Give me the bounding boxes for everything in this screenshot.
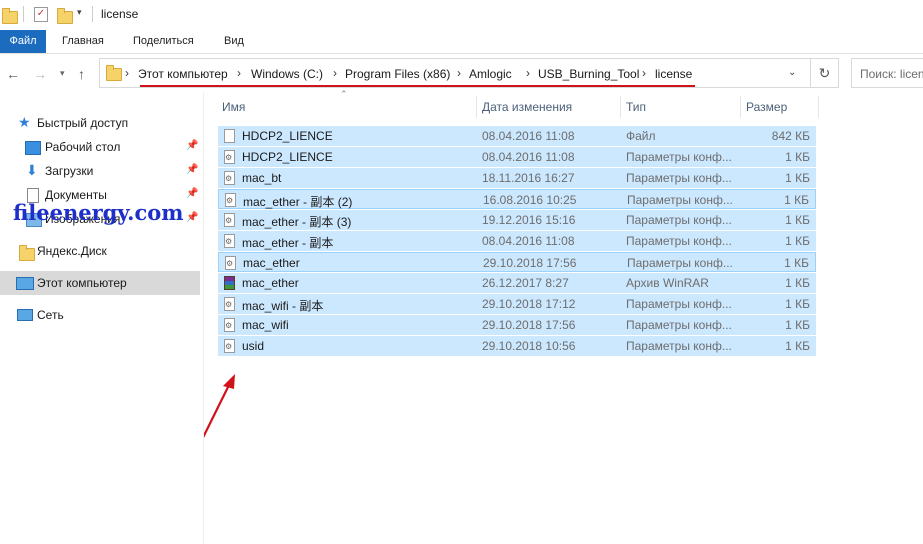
column-header-type[interactable]: Тип (626, 100, 646, 114)
file-row[interactable]: mac_wifi 29.10.2018 17:56 Параметры конф… (218, 315, 816, 335)
config-file-icon (225, 193, 236, 207)
config-file-icon (224, 339, 235, 353)
star-icon: ★ (18, 114, 31, 130)
pin-icon[interactable]: 📌 (186, 140, 198, 151)
column-divider[interactable] (476, 96, 477, 118)
file-row[interactable]: mac_ether - 副本 08.04.2016 11:08 Параметр… (218, 231, 816, 251)
column-divider[interactable] (818, 96, 819, 118)
sidebar-item-quick-access[interactable]: ★ Быстрый доступ (0, 111, 200, 135)
file-type: Параметры конф... (626, 339, 732, 353)
config-file-icon (224, 150, 235, 164)
file-name: mac_ether - 副本 (2) (243, 195, 353, 209)
config-file-icon (224, 213, 235, 227)
file-row[interactable]: mac_ether 26.12.2017 8:27 Архив WinRAR 1… (218, 273, 816, 293)
file-date: 29.10.2018 17:12 (482, 297, 576, 311)
file-name: HDCP2_LIENCE (242, 150, 333, 164)
file-size: 1 КБ (784, 193, 809, 207)
file-row[interactable]: mac_ether 29.10.2018 17:56 Параметры кон… (218, 252, 816, 272)
file-name: mac_wifi (242, 318, 289, 332)
file-size: 842 КБ (771, 129, 810, 143)
file-size: 1 КБ (785, 339, 810, 353)
column-header-size[interactable]: Размер (746, 100, 787, 114)
file-type: Параметры конф... (626, 318, 732, 332)
folder-icon (19, 245, 35, 261)
config-file-icon (224, 318, 235, 332)
file-type: Параметры конф... (627, 193, 733, 207)
file-name: mac_ether - 副本 (242, 236, 334, 250)
file-date: 08.04.2016 11:08 (482, 234, 575, 248)
file-name: HDCP2_LIENCE (242, 129, 333, 143)
file-type: Параметры конф... (627, 256, 733, 270)
file-date: 19.12.2016 15:16 (482, 213, 576, 227)
sidebar-item-yandex-disk[interactable]: Яндекс.Диск (0, 239, 200, 263)
file-date: 26.12.2017 8:27 (482, 276, 569, 290)
file-type: Параметры конф... (626, 213, 732, 227)
file-date: 08.04.2016 11:08 (482, 150, 575, 164)
file-size: 1 КБ (785, 297, 810, 311)
navigation-pane: ★ Быстрый доступ Рабочий стол 📌 ⬇ Загруз… (0, 92, 204, 544)
file-name: mac_ether - 副本 (3) (242, 215, 352, 229)
file-size: 1 КБ (784, 256, 809, 270)
file-size: 1 КБ (785, 150, 810, 164)
sidebar-item-desktop[interactable]: Рабочий стол 📌 (0, 135, 200, 159)
file-size: 1 КБ (785, 318, 810, 332)
file-size: 1 КБ (785, 276, 810, 290)
file-row[interactable]: mac_wifi - 副本 29.10.2018 17:12 Параметры… (218, 294, 816, 314)
blank-file-icon (224, 129, 235, 143)
file-name: mac_bt (242, 171, 282, 185)
file-name: mac_ether (243, 256, 300, 270)
annotation-arrow-head (223, 374, 235, 389)
config-file-icon (224, 297, 235, 311)
column-divider[interactable] (620, 96, 621, 118)
column-header-date[interactable]: Дата изменения (482, 100, 572, 114)
file-date: 29.10.2018 10:56 (482, 339, 576, 353)
file-name: usid (242, 339, 265, 353)
file-type: Параметры конф... (626, 171, 732, 185)
file-row[interactable]: HDCP2_LIENCE 08.04.2016 11:08 Параметры … (218, 147, 816, 167)
download-arrow-icon: ⬇ (26, 162, 38, 178)
config-file-icon (225, 256, 236, 270)
file-row[interactable]: mac_bt 18.11.2016 16:27 Параметры конф..… (218, 168, 816, 188)
file-name: mac_ether (242, 276, 299, 290)
network-icon (17, 309, 33, 321)
file-size: 1 КБ (785, 234, 810, 248)
file-size: 1 КБ (785, 171, 810, 185)
column-header-name[interactable]: Имя (222, 100, 245, 114)
sidebar-item-this-pc[interactable]: Этот компьютер (0, 271, 200, 295)
file-date: 29.10.2018 17:56 (483, 256, 577, 270)
column-divider[interactable] (740, 96, 741, 118)
config-file-icon (224, 171, 235, 185)
file-row[interactable]: usid 29.10.2018 10:56 Параметры конф... … (218, 336, 816, 356)
desktop-icon (25, 141, 41, 155)
winrar-icon (224, 276, 235, 290)
file-type: Архив WinRAR (626, 276, 709, 290)
file-type: Параметры конф... (626, 234, 732, 248)
file-type: Параметры конф... (626, 150, 732, 164)
sidebar-item-downloads[interactable]: ⬇ Загрузки 📌 (0, 159, 200, 183)
watermark: fileenergy.com (13, 200, 184, 225)
file-size: 1 КБ (785, 213, 810, 227)
computer-icon (16, 277, 34, 290)
file-name: mac_wifi - 副本 (242, 299, 324, 313)
sidebar-item-network[interactable]: Сеть (0, 303, 200, 327)
sort-ascending-icon: ⌃ (340, 89, 348, 99)
file-date: 08.04.2016 11:08 (482, 129, 575, 143)
file-row[interactable]: mac_ether - 副本 (3) 19.12.2016 15:16 Пара… (218, 210, 816, 230)
file-date: 16.08.2016 10:25 (483, 193, 577, 207)
file-row[interactable]: mac_ether - 副本 (2) 16.08.2016 10:25 Пара… (218, 189, 816, 209)
pin-icon[interactable]: 📌 (186, 164, 198, 175)
pin-icon[interactable]: 📌 (186, 212, 198, 223)
file-date: 18.11.2016 16:27 (482, 171, 575, 185)
file-date: 29.10.2018 17:56 (482, 318, 576, 332)
file-type: Параметры конф... (626, 297, 732, 311)
pin-icon[interactable]: 📌 (186, 188, 198, 199)
config-file-icon (224, 234, 235, 248)
file-type: Файл (626, 129, 656, 143)
file-row[interactable]: HDCP2_LIENCE 08.04.2016 11:08 Файл 842 К… (218, 126, 816, 146)
